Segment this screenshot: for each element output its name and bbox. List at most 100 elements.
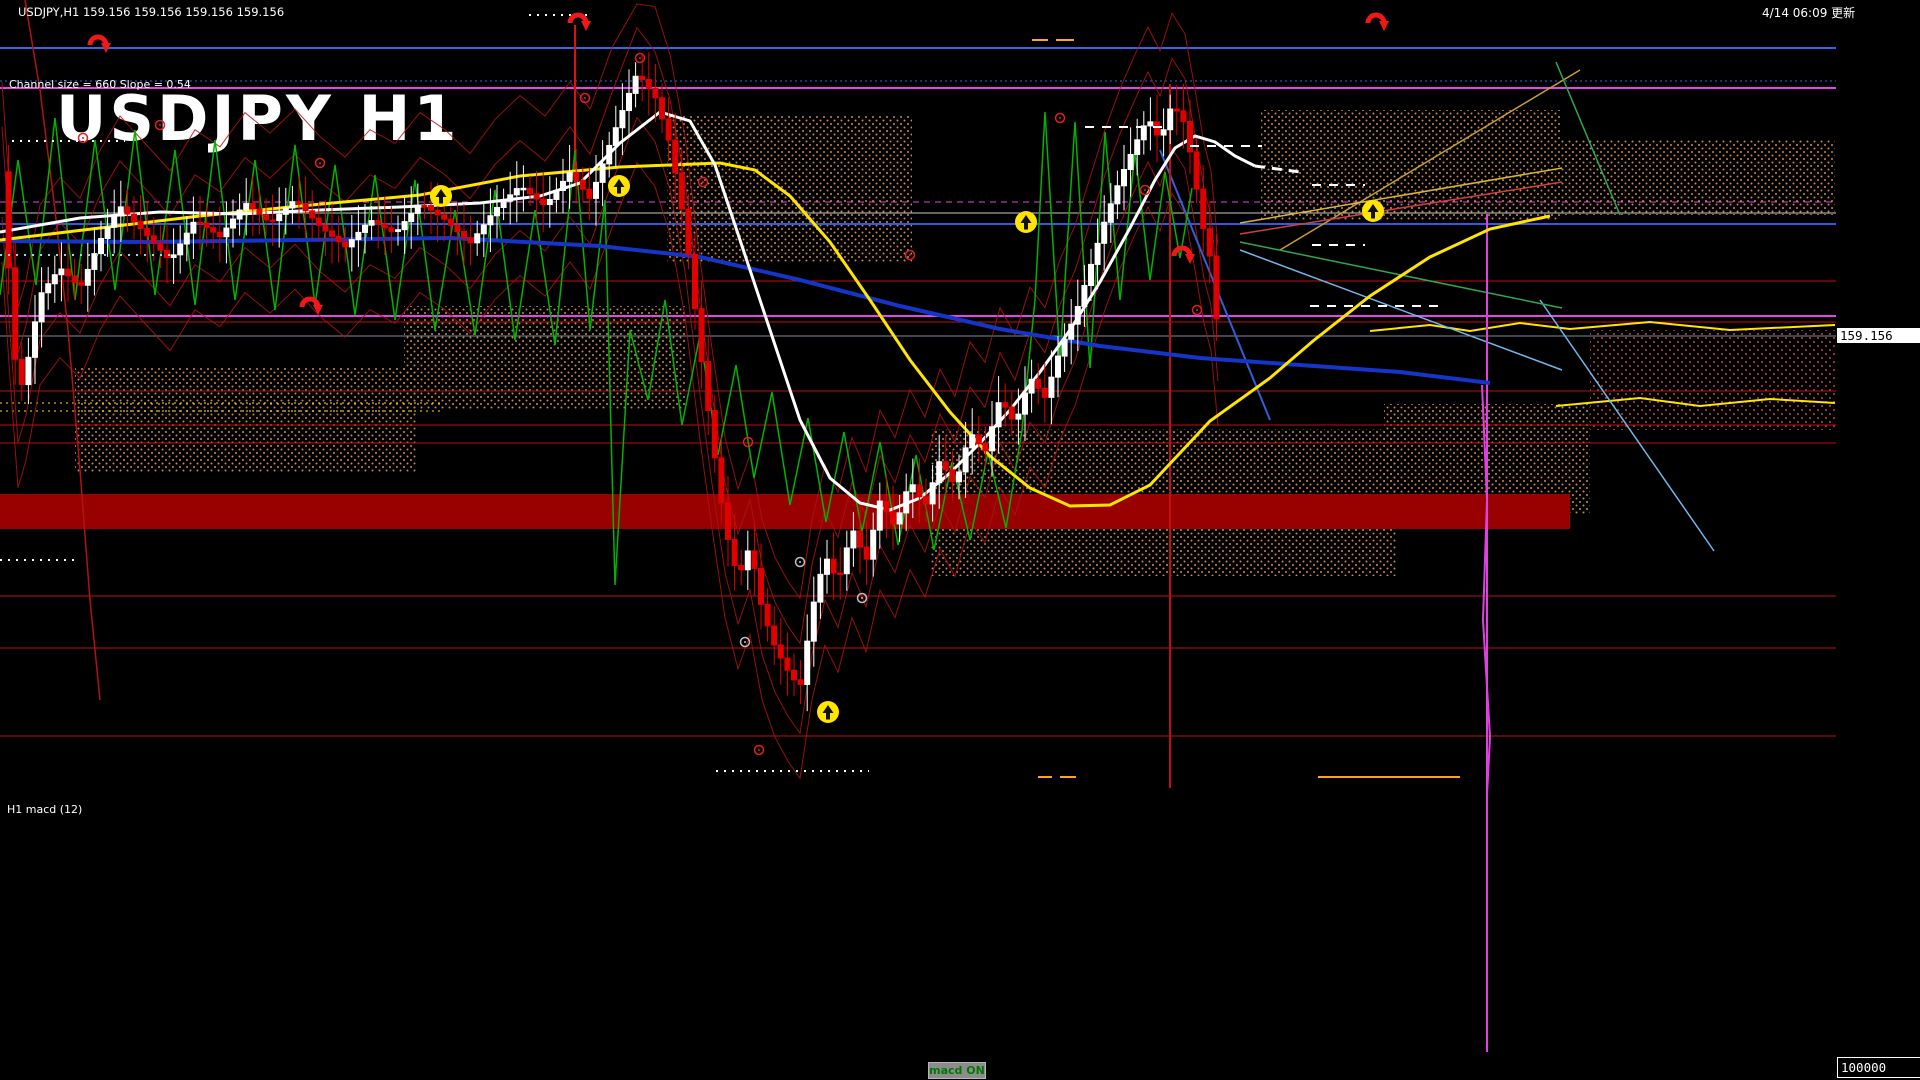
candle-body	[653, 88, 658, 98]
candle-body	[534, 194, 539, 199]
candle-body	[792, 670, 797, 680]
candle-body	[105, 227, 110, 238]
candle-body	[481, 225, 486, 234]
candle-body	[402, 222, 407, 230]
candle-body	[13, 268, 18, 360]
candle-body	[1016, 414, 1021, 419]
candle-body	[897, 513, 902, 524]
candle-body	[1214, 256, 1219, 319]
volume-scale-label: 100000	[1837, 1057, 1920, 1078]
candle-body	[297, 202, 302, 204]
candle-body	[937, 462, 942, 483]
candle-body	[970, 435, 975, 448]
macd-on-button[interactable]: macd ON	[928, 1062, 986, 1079]
candle-body	[1141, 126, 1146, 140]
candle-body	[1082, 285, 1087, 306]
candle-body	[633, 76, 638, 93]
signal-dot	[159, 124, 161, 126]
signal-dot	[861, 597, 863, 599]
candle-body	[587, 189, 592, 198]
candle-body	[264, 214, 269, 219]
candle-body	[554, 190, 559, 199]
order-zone-band	[0, 494, 1570, 529]
candle-body	[132, 214, 137, 221]
candle-body	[52, 275, 57, 284]
candle-body	[409, 213, 414, 221]
candle-body	[831, 559, 836, 573]
signal-dot	[639, 57, 641, 59]
candle-body	[620, 111, 625, 128]
candle-body	[125, 207, 130, 214]
candle-body	[851, 531, 856, 548]
candle-body	[349, 240, 354, 247]
candle-body	[891, 512, 896, 524]
candle-body	[1174, 109, 1179, 111]
ichimoku-cloud	[1261, 110, 1560, 220]
candle-body	[39, 293, 44, 322]
candle-body	[1115, 186, 1120, 204]
candle-body	[759, 569, 764, 605]
candle-body	[204, 223, 209, 228]
candle-body	[389, 228, 394, 232]
candle-body	[785, 658, 790, 670]
channel-info: Channel size = 660 Slope = 0.54	[9, 78, 191, 91]
signal-dot	[909, 254, 911, 256]
candle-body	[1181, 111, 1186, 121]
candle-body	[904, 492, 909, 513]
candle-body	[26, 357, 31, 384]
candle-body	[1201, 189, 1206, 229]
candle-body	[495, 208, 500, 216]
candle-body	[270, 220, 275, 222]
chart-canvas[interactable]	[0, 0, 1920, 1080]
candle-body	[528, 188, 533, 193]
candle-body	[917, 485, 922, 497]
signal-dot	[1196, 309, 1198, 311]
candle-body	[976, 435, 981, 444]
candle-body	[508, 195, 513, 201]
candle-body	[1128, 154, 1133, 169]
candle-body	[706, 362, 711, 411]
candle-body	[950, 470, 955, 482]
ichimoku-cloud	[667, 116, 912, 263]
update-timestamp: 4/14 06:09 更新	[1762, 4, 1855, 21]
candle-body	[356, 232, 361, 239]
candle-body	[858, 531, 863, 547]
candle-body	[455, 225, 460, 231]
candle-body	[501, 201, 506, 207]
candle-body	[217, 232, 222, 237]
candle-body	[871, 530, 876, 559]
uturn-down-arrowhead-icon	[581, 21, 591, 31]
candle-body	[765, 604, 770, 626]
current-price-tag: 159.156	[1837, 328, 1920, 343]
candle-body	[1148, 122, 1153, 126]
candle-body	[462, 232, 467, 238]
candle-body	[640, 76, 645, 79]
candle-body	[92, 254, 97, 270]
candle-body	[679, 173, 684, 209]
candle-body	[468, 238, 473, 243]
candle-body	[607, 145, 612, 163]
signal-dot	[82, 137, 84, 139]
candle-body	[983, 444, 988, 451]
candle-body	[957, 472, 962, 482]
candle-body	[567, 172, 572, 181]
candle-body	[844, 548, 849, 574]
candle-body	[726, 503, 731, 539]
candle-body	[745, 551, 750, 570]
candle-body	[231, 219, 236, 228]
candle-body	[1135, 140, 1140, 155]
candle-body	[1042, 388, 1047, 397]
candle-body	[686, 209, 691, 254]
candle-body	[1207, 229, 1212, 256]
candle-body	[330, 231, 335, 236]
candle-body	[963, 448, 968, 472]
candle-body	[59, 269, 64, 275]
candle-body	[171, 255, 176, 258]
candle-body	[224, 228, 229, 237]
candle-body	[191, 222, 196, 233]
candle-body	[627, 93, 632, 110]
candle-body	[778, 645, 783, 658]
candle-body	[646, 80, 651, 89]
candle-body	[244, 204, 249, 210]
candle-body	[145, 229, 150, 236]
